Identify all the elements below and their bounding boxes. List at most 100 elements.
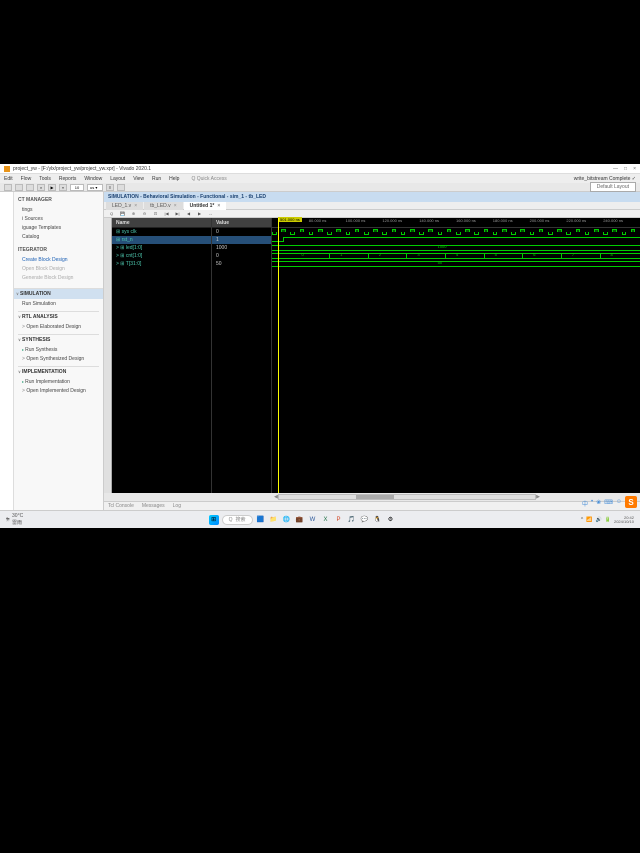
wave-next-icon[interactable]: ▶| [174,211,181,217]
tab-log[interactable]: Log [173,503,181,509]
nav-open-synthesized[interactable]: > Open Synthesized Design [18,354,99,363]
nav-gen-block[interactable]: Generate Block Design [18,273,99,282]
taskbar-app-5[interactable]: 💬 [360,515,370,525]
toolbar-btn-3[interactable] [26,184,34,191]
sogou-icon[interactable]: S [625,496,637,508]
nav-header-synthesis[interactable]: SYNTHESIS [18,334,99,345]
tab-tcl-console[interactable]: Tcl Console [108,503,134,509]
ime-flower-icon[interactable]: ❀ [596,499,601,508]
taskbar-app-1[interactable]: 🟦 [256,515,266,525]
start-button[interactable]: ⊞ [209,515,219,525]
editor-tabs: LED_1.v× tb_LED.v× Untitled 1*× [104,202,640,210]
taskbar-edge[interactable]: 🌐 [282,515,292,525]
taskbar-app-4[interactable]: 🎵 [347,515,357,525]
nav-catalog[interactable]: Catalog [18,232,99,241]
quick-access[interactable]: Q Quick Access [191,176,226,182]
nav-settings[interactable]: tings [18,205,99,214]
taskbar-app-6[interactable]: 🐧 [373,515,383,525]
taskbar-word[interactable]: W [308,515,318,525]
nav-header-simulation[interactable]: SIMULATION [14,288,103,299]
nav-run-implementation[interactable]: Run Implementation [18,377,99,386]
layout-selector[interactable]: Default Layout [590,182,636,192]
signal-sys-clk[interactable]: ⊞ sys clk [112,228,211,236]
menu-tools[interactable]: Tools [39,176,51,182]
tab-messages[interactable]: Messages [142,503,165,509]
horizontal-scrollbar[interactable]: ◀ ▶ [104,493,640,501]
wave-step-back-icon[interactable]: ◀ [185,211,192,217]
taskbar-app-2[interactable]: 📁 [269,515,279,525]
wave-prev-icon[interactable]: |◀ [163,211,170,217]
bottom-tabs: Tcl Console Messages Log [104,501,640,510]
weather-widget[interactable]: ⛈ 30°C 雷雨 [6,513,23,526]
toolbar-btn-2[interactable] [15,184,23,191]
signal-led[interactable]: > ⊞ led[1:0] [112,244,211,252]
ime-keyboard-icon[interactable]: ⌨ [604,499,613,508]
tab-tb-led[interactable]: tb_LED.v× [144,202,183,210]
taskbar-clock[interactable]: 20:42 2024/10/10 [614,516,634,524]
nav-run-synthesis[interactable]: Run Synthesis [18,345,99,354]
tray-battery-icon[interactable]: 🔋 [605,517,611,523]
signal-t[interactable]: > ⊞ T[31:0] [112,260,211,268]
value-led: 1000 [212,244,271,252]
menu-help[interactable]: Help [169,176,179,182]
menu-edit[interactable]: Edit [4,176,13,182]
time-cursor[interactable] [278,218,279,493]
waveform-canvas[interactable]: 501.000 ns 80.000 ns 100.000 ns 120.000 … [272,218,640,493]
menu-window[interactable]: Window [84,176,102,182]
wave-goto-icon[interactable]: ↔ [207,211,214,217]
toolbar-btn-6[interactable]: » [59,184,67,191]
scroll-thumb[interactable] [356,495,394,499]
ime-toolbar[interactable]: 中 • ❀ ⌨ ☺ [582,499,622,508]
ime-dot-icon[interactable]: • [591,499,593,508]
signal-rst-n[interactable]: ⊞ rst_n [112,236,211,244]
nav-header-implementation[interactable]: IMPLEMENTATION [18,366,99,377]
wave-zoom-in-icon[interactable]: ⊕ [130,211,137,217]
signal-cnt[interactable]: > ⊞ cnt[1:0] [112,252,211,260]
tab-led[interactable]: LED_1.v× [106,202,143,210]
wave-save-icon[interactable]: 💾 [119,211,126,217]
time-input[interactable]: 10 [70,184,84,191]
taskbar-search[interactable]: Q 搜索 [222,515,253,525]
wave-search-icon[interactable]: Q [108,211,115,217]
wave-zoom-out-icon[interactable]: ⊖ [141,211,148,217]
close-button[interactable]: × [633,166,636,172]
tray-volume-icon[interactable]: 🔊 [596,517,602,523]
nav-create-block[interactable]: Create Block Design [18,255,99,264]
taskbar-ppt[interactable]: P [334,515,344,525]
nav-open-block[interactable]: Open Block Design [18,264,99,273]
tray-up-icon[interactable]: ^ [581,517,583,523]
toolbar-btn-1[interactable] [4,184,12,191]
toolbar-btn-8[interactable] [117,184,125,191]
menu-reports[interactable]: Reports [59,176,77,182]
signal-name-column: Name ⊞ sys clk ⊞ rst_n > ⊞ led[1:0] > ⊞ … [112,218,212,493]
taskbar-app-7[interactable]: ⚙ [386,515,396,525]
tab-untitled[interactable]: Untitled 1*× [184,202,227,210]
ime-lang-icon[interactable]: 中 [582,499,588,508]
maximize-button[interactable]: □ [624,166,627,172]
value-cnt: 0 [212,252,271,260]
menu-flow[interactable]: Flow [21,176,32,182]
tray-wifi-icon[interactable]: 📶 [586,517,592,523]
ime-face-icon[interactable]: ☺ [616,499,622,508]
nav-sources[interactable]: i Sources [18,214,99,223]
nav-templates[interactable]: iguage Templates [18,223,99,232]
menu-run[interactable]: Run [152,176,161,182]
wave-step-fwd-icon[interactable]: ▶ [196,211,203,217]
wave-zoom-fit-icon[interactable]: ⊡ [152,211,159,217]
time-unit-select[interactable]: us ▾ [87,184,103,191]
toolbar-btn-4[interactable]: × [37,184,45,191]
toolbar-btn-7[interactable]: ≡ [106,184,114,191]
scope-tab[interactable] [104,218,112,493]
signal-value-column: Value 0 1 1000 0 50 [212,218,272,493]
nav-header-rtl[interactable]: RTL ANALYSIS [18,311,99,322]
taskbar-app-3[interactable]: 💼 [295,515,305,525]
nav-open-implemented[interactable]: > Open Implemented Design [18,386,99,395]
taskbar-excel[interactable]: X [321,515,331,525]
search-icon: Q [229,517,233,523]
menu-layout[interactable]: Layout [110,176,125,182]
menu-view[interactable]: View [133,176,144,182]
toolbar-btn-5[interactable]: ▶ [48,184,56,191]
nav-run-simulation[interactable]: Run Simulation [18,299,99,308]
minimize-button[interactable]: — [613,166,618,172]
nav-open-elaborated[interactable]: > Open Elaborated Design [18,322,99,331]
